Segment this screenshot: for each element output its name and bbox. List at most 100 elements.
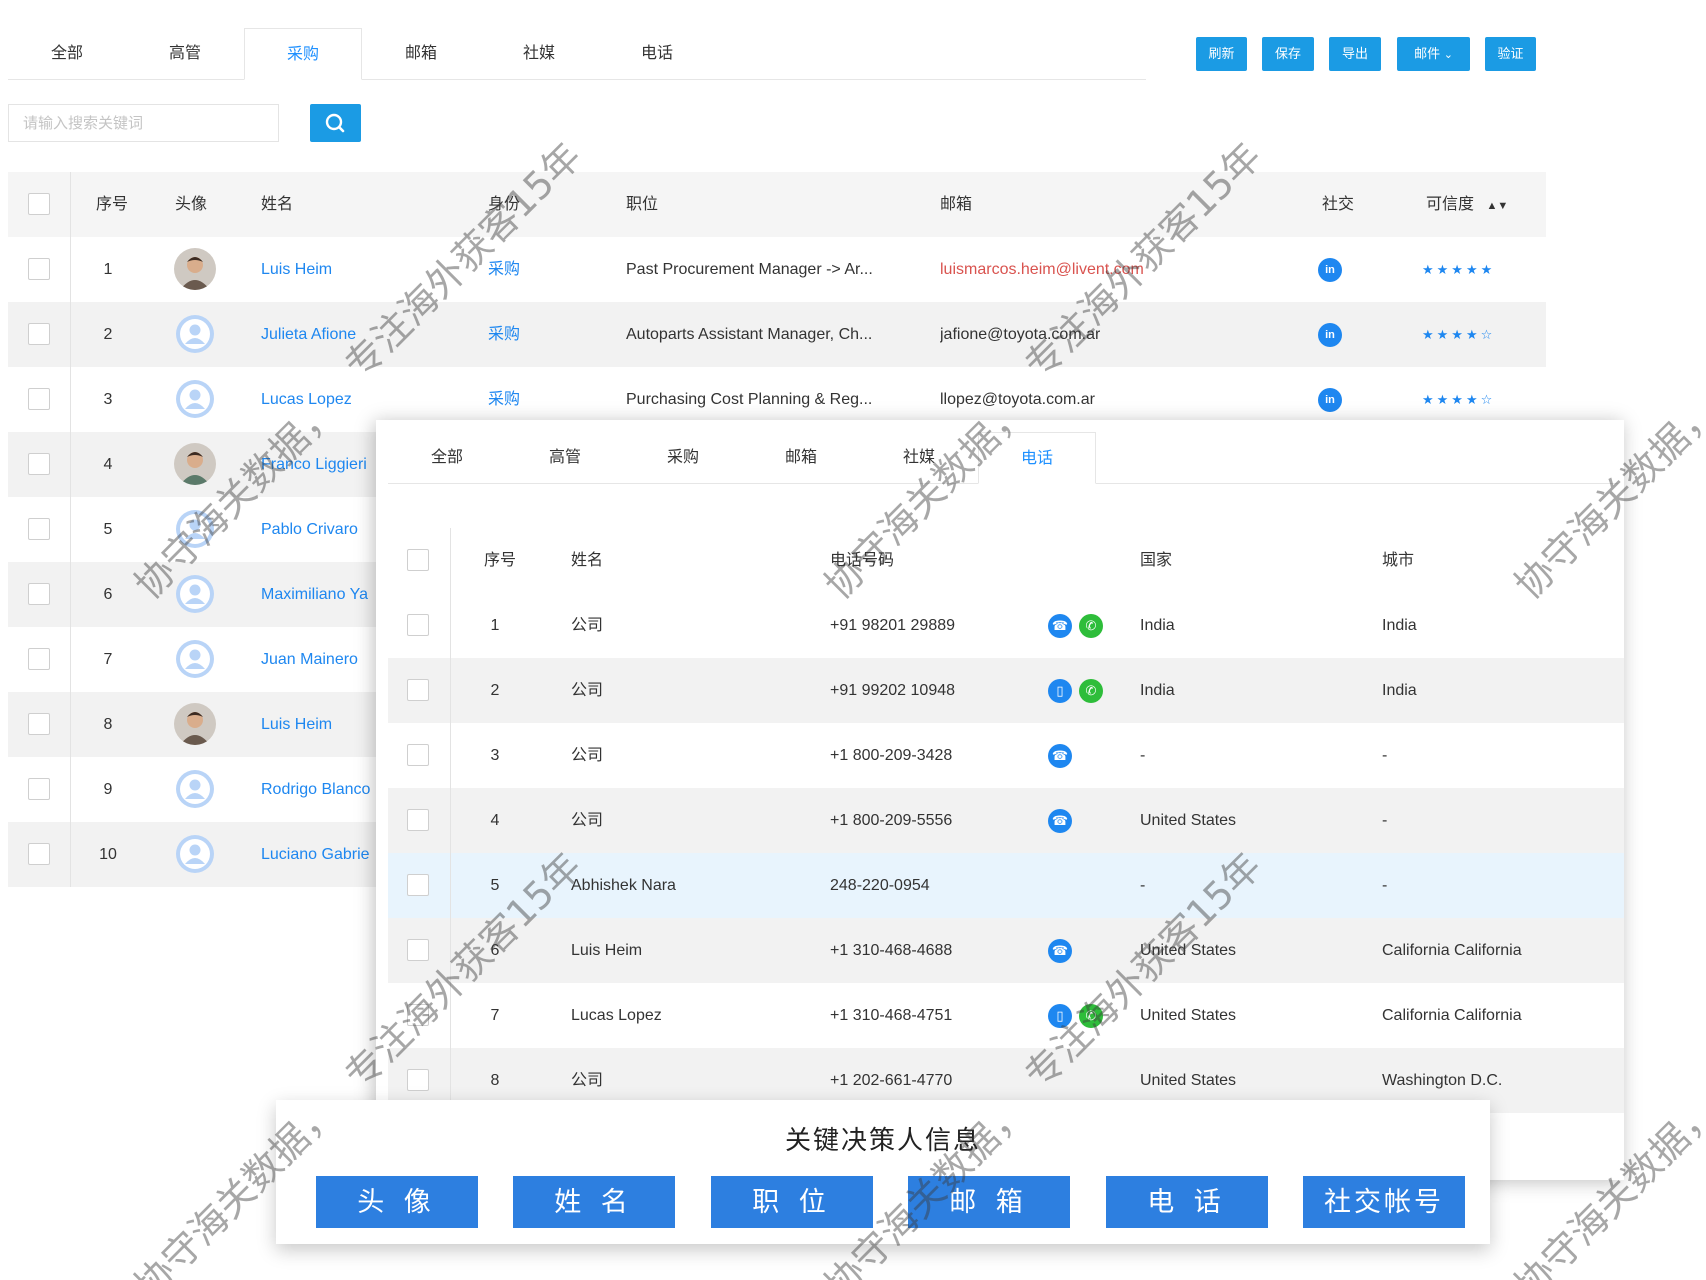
bg-tab-all[interactable]: 全部 bbox=[8, 28, 126, 80]
identity-tag[interactable]: 采购 bbox=[488, 237, 520, 302]
linkedin-icon[interactable]: in bbox=[1318, 258, 1342, 282]
contact-name: 公司 bbox=[571, 617, 604, 634]
export-button[interactable]: 导出 bbox=[1329, 37, 1381, 71]
phone-icon[interactable]: ☎ bbox=[1048, 614, 1072, 638]
row-checkbox[interactable] bbox=[407, 614, 429, 636]
row-checkbox[interactable] bbox=[28, 713, 50, 735]
contact-name-link[interactable]: Maximiliano Ya bbox=[261, 562, 368, 627]
whatsapp-icon[interactable]: ✆ bbox=[1079, 614, 1103, 638]
avatar[interactable] bbox=[174, 638, 216, 680]
phone-table-header: 序号 姓名 电话号码 国家 城市 bbox=[388, 528, 1624, 593]
contact-name-link[interactable]: Lucas Lopez bbox=[261, 367, 352, 432]
row-checkbox[interactable] bbox=[407, 809, 429, 831]
row-checkbox[interactable] bbox=[407, 1069, 429, 1091]
search-button[interactable] bbox=[310, 104, 361, 142]
front-tab-procurement[interactable]: 采购 bbox=[624, 432, 742, 484]
mail-dropdown-button[interactable]: 邮件 ⌄ bbox=[1397, 37, 1470, 71]
row-no: 7 bbox=[103, 651, 113, 668]
avatar[interactable] bbox=[174, 378, 216, 420]
sort-icon[interactable]: ▲▼ bbox=[1486, 200, 1508, 212]
front-tab-phone[interactable]: 电话 bbox=[978, 432, 1096, 484]
info-title-button[interactable]: 职 位 bbox=[711, 1176, 873, 1228]
contact-name-link[interactable]: Luis Heim bbox=[261, 237, 332, 302]
front-tab-social[interactable]: 社媒 bbox=[860, 432, 978, 484]
bg-tab-procurement[interactable]: 采购 bbox=[244, 28, 362, 80]
refresh-button[interactable]: 刷新 bbox=[1196, 37, 1247, 71]
contact-name-link[interactable]: Luis Heim bbox=[261, 692, 332, 757]
phone-icon[interactable]: ☎ bbox=[1048, 809, 1072, 833]
avatar[interactable] bbox=[174, 508, 216, 550]
phone-number[interactable]: +1 310-468-4751 bbox=[830, 983, 952, 1048]
row-no: 2 bbox=[103, 326, 113, 343]
info-avatar-button[interactable]: 头 像 bbox=[316, 1176, 478, 1228]
save-button[interactable]: 保存 bbox=[1262, 37, 1314, 71]
identity-tag[interactable]: 采购 bbox=[488, 302, 520, 367]
contact-name-link[interactable]: Julieta Afione bbox=[261, 302, 356, 367]
bg-tab-social[interactable]: 社媒 bbox=[480, 28, 598, 80]
select-all-checkbox[interactable] bbox=[28, 193, 50, 215]
row-checkbox[interactable] bbox=[28, 778, 50, 800]
phone-number[interactable]: +91 98201 29889 bbox=[830, 593, 955, 658]
row-checkbox[interactable] bbox=[28, 843, 50, 865]
bg-tab-executive[interactable]: 高管 bbox=[126, 28, 244, 80]
front-tab-executive[interactable]: 高管 bbox=[506, 432, 624, 484]
email-address[interactable]: luismarcos.heim@livent.com bbox=[940, 237, 1144, 302]
front-tab-email[interactable]: 邮箱 bbox=[742, 432, 860, 484]
contact-name-link[interactable]: Juan Mainero bbox=[261, 627, 358, 692]
row-checkbox[interactable] bbox=[407, 874, 429, 896]
bg-tab-email[interactable]: 邮箱 bbox=[362, 28, 480, 80]
col-identity: 身份 bbox=[488, 196, 521, 213]
contact-name-link[interactable]: Luciano Gabrie bbox=[261, 822, 370, 887]
info-name-button[interactable]: 姓 名 bbox=[513, 1176, 675, 1228]
contact-name-link[interactable]: Pablo Crivaro bbox=[261, 497, 358, 562]
whatsapp-icon[interactable]: ✆ bbox=[1079, 1004, 1103, 1028]
info-phone-button[interactable]: 电 话 bbox=[1106, 1176, 1268, 1228]
linkedin-icon[interactable]: in bbox=[1318, 388, 1342, 412]
row-checkbox[interactable] bbox=[407, 1004, 429, 1026]
mobile-icon[interactable]: ▯ bbox=[1048, 1004, 1072, 1028]
phone-number[interactable]: +1 800-209-5556 bbox=[830, 788, 952, 853]
front-tab-all[interactable]: 全部 bbox=[388, 432, 506, 484]
avatar[interactable] bbox=[174, 573, 216, 615]
row-checkbox[interactable] bbox=[407, 939, 429, 961]
contact-name-link[interactable]: Franco Liggieri bbox=[261, 432, 367, 497]
verify-button[interactable]: 验证 bbox=[1485, 37, 1536, 71]
country: United States bbox=[1140, 1007, 1237, 1024]
contact-name-link[interactable]: Rodrigo Blanco bbox=[261, 757, 370, 822]
row-checkbox[interactable] bbox=[407, 679, 429, 701]
whatsapp-icon[interactable]: ✆ bbox=[1079, 679, 1103, 703]
col-credibility[interactable]: 可信度 ▲▼ bbox=[1426, 172, 1508, 237]
row-checkbox[interactable] bbox=[28, 323, 50, 345]
row-checkbox[interactable] bbox=[28, 453, 50, 475]
city: - bbox=[1382, 877, 1388, 894]
row-no: 1 bbox=[490, 617, 500, 634]
mobile-icon[interactable]: ▯ bbox=[1048, 679, 1072, 703]
avatar[interactable] bbox=[174, 313, 216, 355]
phone-select-all-checkbox[interactable] bbox=[407, 549, 429, 571]
bg-tab-phone[interactable]: 电话 bbox=[598, 28, 716, 80]
job-title: Autoparts Assistant Manager, Ch... bbox=[626, 326, 873, 343]
row-checkbox[interactable] bbox=[28, 518, 50, 540]
contact-name: Lucas Lopez bbox=[571, 1007, 662, 1024]
phone-icon[interactable]: ☎ bbox=[1048, 744, 1072, 768]
row-checkbox[interactable] bbox=[28, 388, 50, 410]
phone-icon[interactable]: ☎ bbox=[1048, 939, 1072, 963]
phone-number[interactable]: +91 99202 10948 bbox=[830, 658, 955, 723]
info-social-button[interactable]: 社交帐号 bbox=[1303, 1176, 1465, 1228]
avatar[interactable] bbox=[174, 833, 216, 875]
email-address[interactable]: jafione@toyota.com.ar bbox=[940, 302, 1100, 367]
row-checkbox[interactable] bbox=[28, 583, 50, 605]
phone-number[interactable]: +1 800-209-3428 bbox=[830, 723, 952, 788]
phone-number[interactable]: 248-220-0954 bbox=[830, 853, 930, 918]
avatar[interactable] bbox=[174, 248, 216, 290]
info-email-button[interactable]: 邮 箱 bbox=[908, 1176, 1070, 1228]
search-input[interactable] bbox=[8, 104, 279, 142]
row-checkbox[interactable] bbox=[28, 648, 50, 670]
linkedin-icon[interactable]: in bbox=[1318, 323, 1342, 347]
phone-number[interactable]: +1 310-468-4688 bbox=[830, 918, 952, 983]
avatar[interactable] bbox=[174, 703, 216, 745]
avatar[interactable] bbox=[174, 768, 216, 810]
row-checkbox[interactable] bbox=[407, 744, 429, 766]
avatar[interactable] bbox=[174, 443, 216, 485]
row-checkbox[interactable] bbox=[28, 258, 50, 280]
